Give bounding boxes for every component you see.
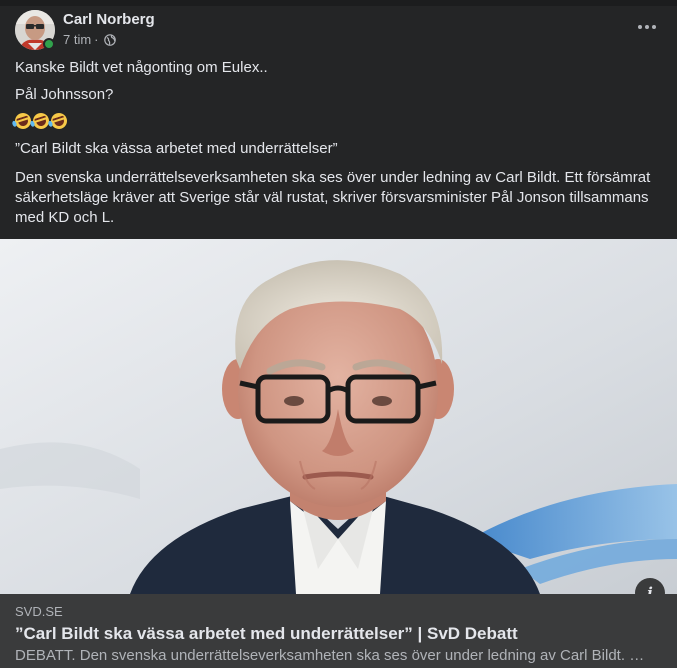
post-line-1: Kanske Bildt vet någonting om Eulex.. (15, 59, 268, 76)
link-preview-image[interactable] (0, 239, 677, 594)
meta-separator: · (94, 32, 99, 47)
top-divider (0, 0, 677, 6)
dot-icon (652, 25, 656, 29)
more-options-button[interactable] (632, 16, 662, 38)
dot-icon (645, 25, 649, 29)
post-paragraph: Den svenska underrättelseverksamheten sk… (15, 169, 651, 226)
link-title[interactable]: ”Carl Bildt ska vässa arbetet med underr… (15, 624, 518, 644)
author-name[interactable]: Carl Norberg (63, 11, 155, 28)
link-domain: SVD.SE (15, 604, 63, 619)
portrait-photo (0, 239, 677, 594)
dot-icon (638, 25, 642, 29)
post-quote-line: ”Carl Bildt ska vässa arbetet med underr… (15, 140, 338, 157)
rolling-laughing-emoji-icon (47, 110, 70, 132)
post-timestamp[interactable]: 7 tim (63, 32, 91, 47)
post-meta: 7 tim · (63, 32, 116, 47)
link-description: DEBATT. Den svenska underrättelseverksam… (15, 647, 645, 664)
post-header: Carl Norberg 7 tim · (15, 10, 665, 50)
emoji-row (11, 110, 70, 132)
post-line-2: Pål Johnsson? (15, 86, 114, 103)
globe-icon[interactable] (103, 33, 116, 46)
online-status-dot (43, 38, 55, 50)
link-preview-card[interactable]: SVD.SE ”Carl Bildt ska vässa arbetet med… (0, 594, 677, 668)
